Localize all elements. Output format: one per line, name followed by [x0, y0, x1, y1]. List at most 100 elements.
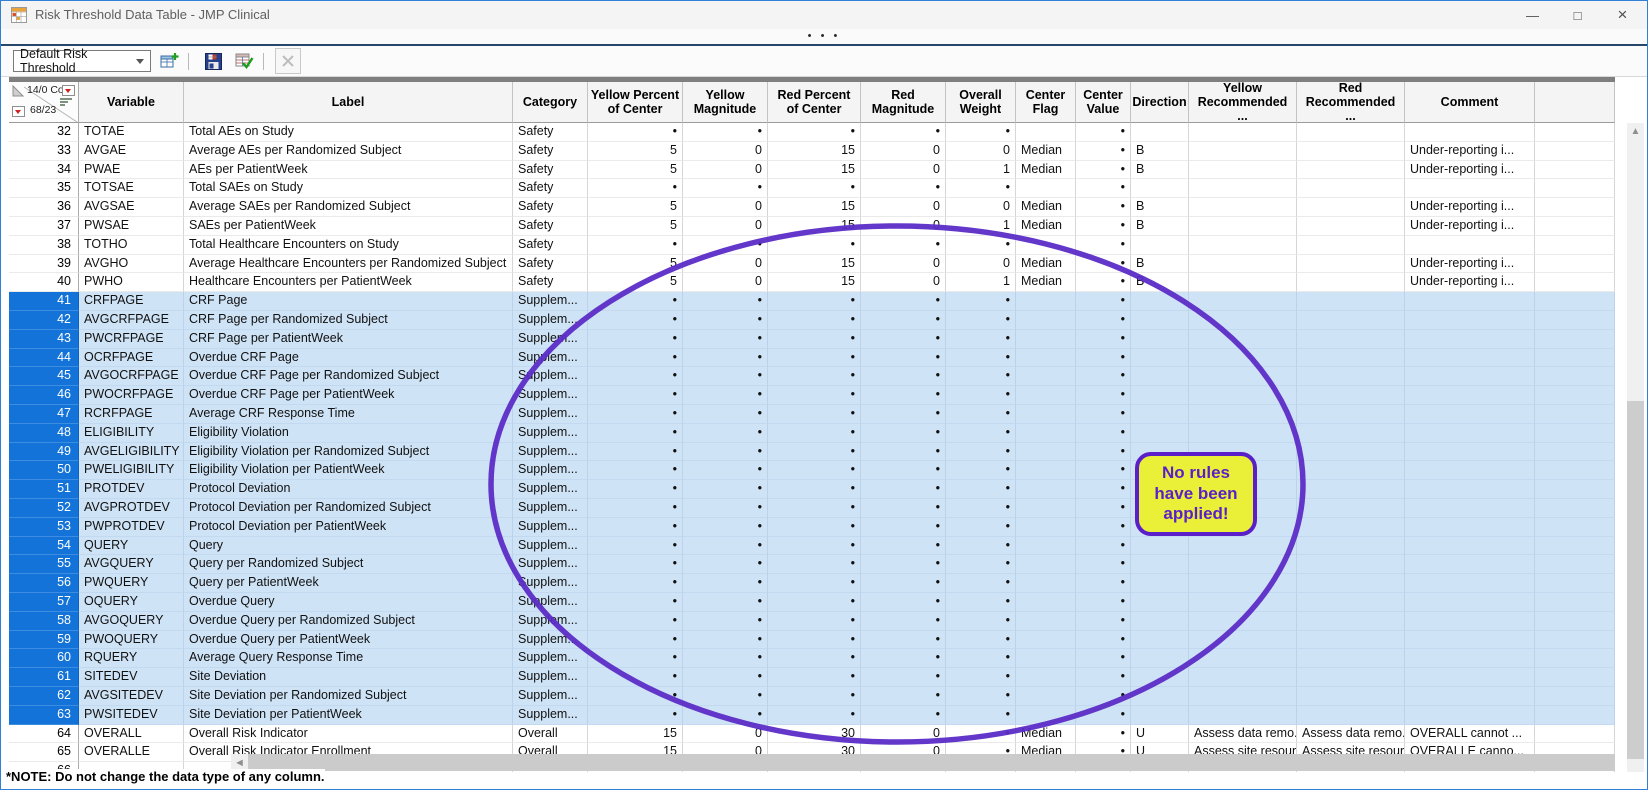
cell-rr[interactable]: Assess data remo... — [1297, 725, 1405, 744]
cell-category[interactable]: Supplem... — [513, 687, 588, 706]
cell-rm[interactable]: • — [861, 386, 946, 405]
cell-rp[interactable]: • — [768, 706, 861, 725]
cell-ym[interactable]: • — [683, 687, 768, 706]
cell-ym[interactable]: • — [683, 480, 768, 499]
cell-cm[interactable] — [1405, 367, 1535, 386]
cell-category[interactable]: Supplem... — [513, 480, 588, 499]
cell-yp[interactable]: • — [588, 236, 683, 255]
cell-cv[interactable]: • — [1076, 461, 1131, 480]
cell-w[interactable]: • — [946, 687, 1016, 706]
cell-w[interactable]: • — [946, 236, 1016, 255]
cell-variable[interactable]: TOTHO — [79, 236, 184, 255]
cell-rr[interactable] — [1297, 555, 1405, 574]
cell-yr[interactable] — [1189, 706, 1297, 725]
cell-rp[interactable]: • — [768, 461, 861, 480]
cell-variable[interactable]: OQUERY — [79, 593, 184, 612]
cell-label[interactable]: Eligibility Violation per PatientWeek — [184, 461, 513, 480]
cell-w[interactable]: • — [946, 480, 1016, 499]
row-number[interactable]: 58 — [9, 612, 79, 631]
cell-rr[interactable] — [1297, 292, 1405, 311]
cell-empty[interactable] — [1535, 537, 1615, 556]
cell-category[interactable]: Supplem... — [513, 367, 588, 386]
cell-cv[interactable]: • — [1076, 386, 1131, 405]
cell-empty[interactable] — [1535, 424, 1615, 443]
cell-w[interactable]: • — [946, 461, 1016, 480]
cell-cm[interactable] — [1405, 330, 1535, 349]
cell-cm[interactable]: Under-reporting i... — [1405, 273, 1535, 292]
cell-label[interactable]: Protocol Deviation per PatientWeek — [184, 518, 513, 537]
cell-yp[interactable]: • — [588, 330, 683, 349]
cell-label[interactable]: Average Healthcare Encounters per Random… — [184, 255, 513, 274]
cell-cm[interactable] — [1405, 443, 1535, 462]
cell-rm[interactable]: • — [861, 668, 946, 687]
apply-risk-threshold-button[interactable] — [231, 48, 257, 74]
cell-ym[interactable]: • — [683, 292, 768, 311]
cell-cf[interactable] — [1016, 236, 1076, 255]
cell-dir[interactable] — [1131, 330, 1189, 349]
cell-yr[interactable] — [1189, 612, 1297, 631]
cell-cv[interactable]: • — [1076, 518, 1131, 537]
cell-variable[interactable]: PWQUERY — [79, 574, 184, 593]
cell-empty[interactable] — [1535, 179, 1615, 198]
cell-yp[interactable]: • — [588, 706, 683, 725]
cell-empty[interactable] — [1535, 480, 1615, 499]
cell-ym[interactable]: 0 — [683, 273, 768, 292]
cell-rr[interactable] — [1297, 537, 1405, 556]
cell-ym[interactable]: • — [683, 330, 768, 349]
cell-label[interactable]: CRF Page — [184, 292, 513, 311]
cell-rp[interactable]: • — [768, 292, 861, 311]
cell-ym[interactable]: • — [683, 668, 768, 687]
cell-rm[interactable]: • — [861, 236, 946, 255]
cell-empty[interactable] — [1535, 706, 1615, 725]
cell-rm[interactable]: • — [861, 179, 946, 198]
cell-cv[interactable]: • — [1076, 217, 1131, 236]
cell-rp[interactable]: • — [768, 386, 861, 405]
cell-yp[interactable]: • — [588, 593, 683, 612]
cell-cm[interactable] — [1405, 349, 1535, 368]
cell-yp[interactable]: • — [588, 386, 683, 405]
cell-w[interactable]: • — [946, 330, 1016, 349]
cell-rr[interactable] — [1297, 255, 1405, 274]
cell-yr[interactable] — [1189, 198, 1297, 217]
cell-dir[interactable] — [1131, 668, 1189, 687]
cell-rr[interactable] — [1297, 612, 1405, 631]
cell-w[interactable]: • — [946, 518, 1016, 537]
column-header-cm[interactable]: Comment — [1405, 82, 1535, 123]
row-number[interactable]: 49 — [9, 443, 79, 462]
cell-rp[interactable]: • — [768, 480, 861, 499]
cell-w[interactable]: • — [946, 311, 1016, 330]
cell-w[interactable]: • — [946, 405, 1016, 424]
cell-cf[interactable] — [1016, 330, 1076, 349]
cell-cv[interactable]: • — [1076, 179, 1131, 198]
cell-ym[interactable]: • — [683, 123, 768, 142]
cell-cf[interactable] — [1016, 555, 1076, 574]
cell-ym[interactable]: • — [683, 461, 768, 480]
cell-ym[interactable]: • — [683, 555, 768, 574]
table-corner-panel[interactable]: 14/0 Cols 68/23 — [9, 82, 79, 123]
column-header-dir[interactable]: Direction — [1131, 82, 1189, 123]
cell-yr[interactable] — [1189, 236, 1297, 255]
cell-label[interactable]: Overdue Query per Randomized Subject — [184, 612, 513, 631]
cell-yp[interactable]: • — [588, 574, 683, 593]
cell-cf[interactable] — [1016, 631, 1076, 650]
cell-rp[interactable]: 15 — [768, 217, 861, 236]
cell-cv[interactable]: • — [1076, 255, 1131, 274]
cell-rp[interactable]: • — [768, 518, 861, 537]
cell-variable[interactable]: AVGELIGIBILITY — [79, 443, 184, 462]
cell-variable[interactable]: PWPROTDEV — [79, 518, 184, 537]
cell-label[interactable]: Average SAEs per Randomized Subject — [184, 198, 513, 217]
row-number[interactable]: 50 — [9, 461, 79, 480]
cell-cf[interactable] — [1016, 443, 1076, 462]
cell-category[interactable]: Supplem... — [513, 649, 588, 668]
cell-rr[interactable] — [1297, 349, 1405, 368]
cell-empty[interactable] — [1535, 443, 1615, 462]
cell-cf[interactable]: Median — [1016, 273, 1076, 292]
cell-rr[interactable] — [1297, 461, 1405, 480]
cell-rp[interactable]: 15 — [768, 161, 861, 180]
cell-rm[interactable]: 0 — [861, 725, 946, 744]
cell-yp[interactable]: 5 — [588, 217, 683, 236]
cell-yr[interactable] — [1189, 687, 1297, 706]
cell-rr[interactable] — [1297, 518, 1405, 537]
cell-cv[interactable]: • — [1076, 574, 1131, 593]
cell-rr[interactable] — [1297, 179, 1405, 198]
